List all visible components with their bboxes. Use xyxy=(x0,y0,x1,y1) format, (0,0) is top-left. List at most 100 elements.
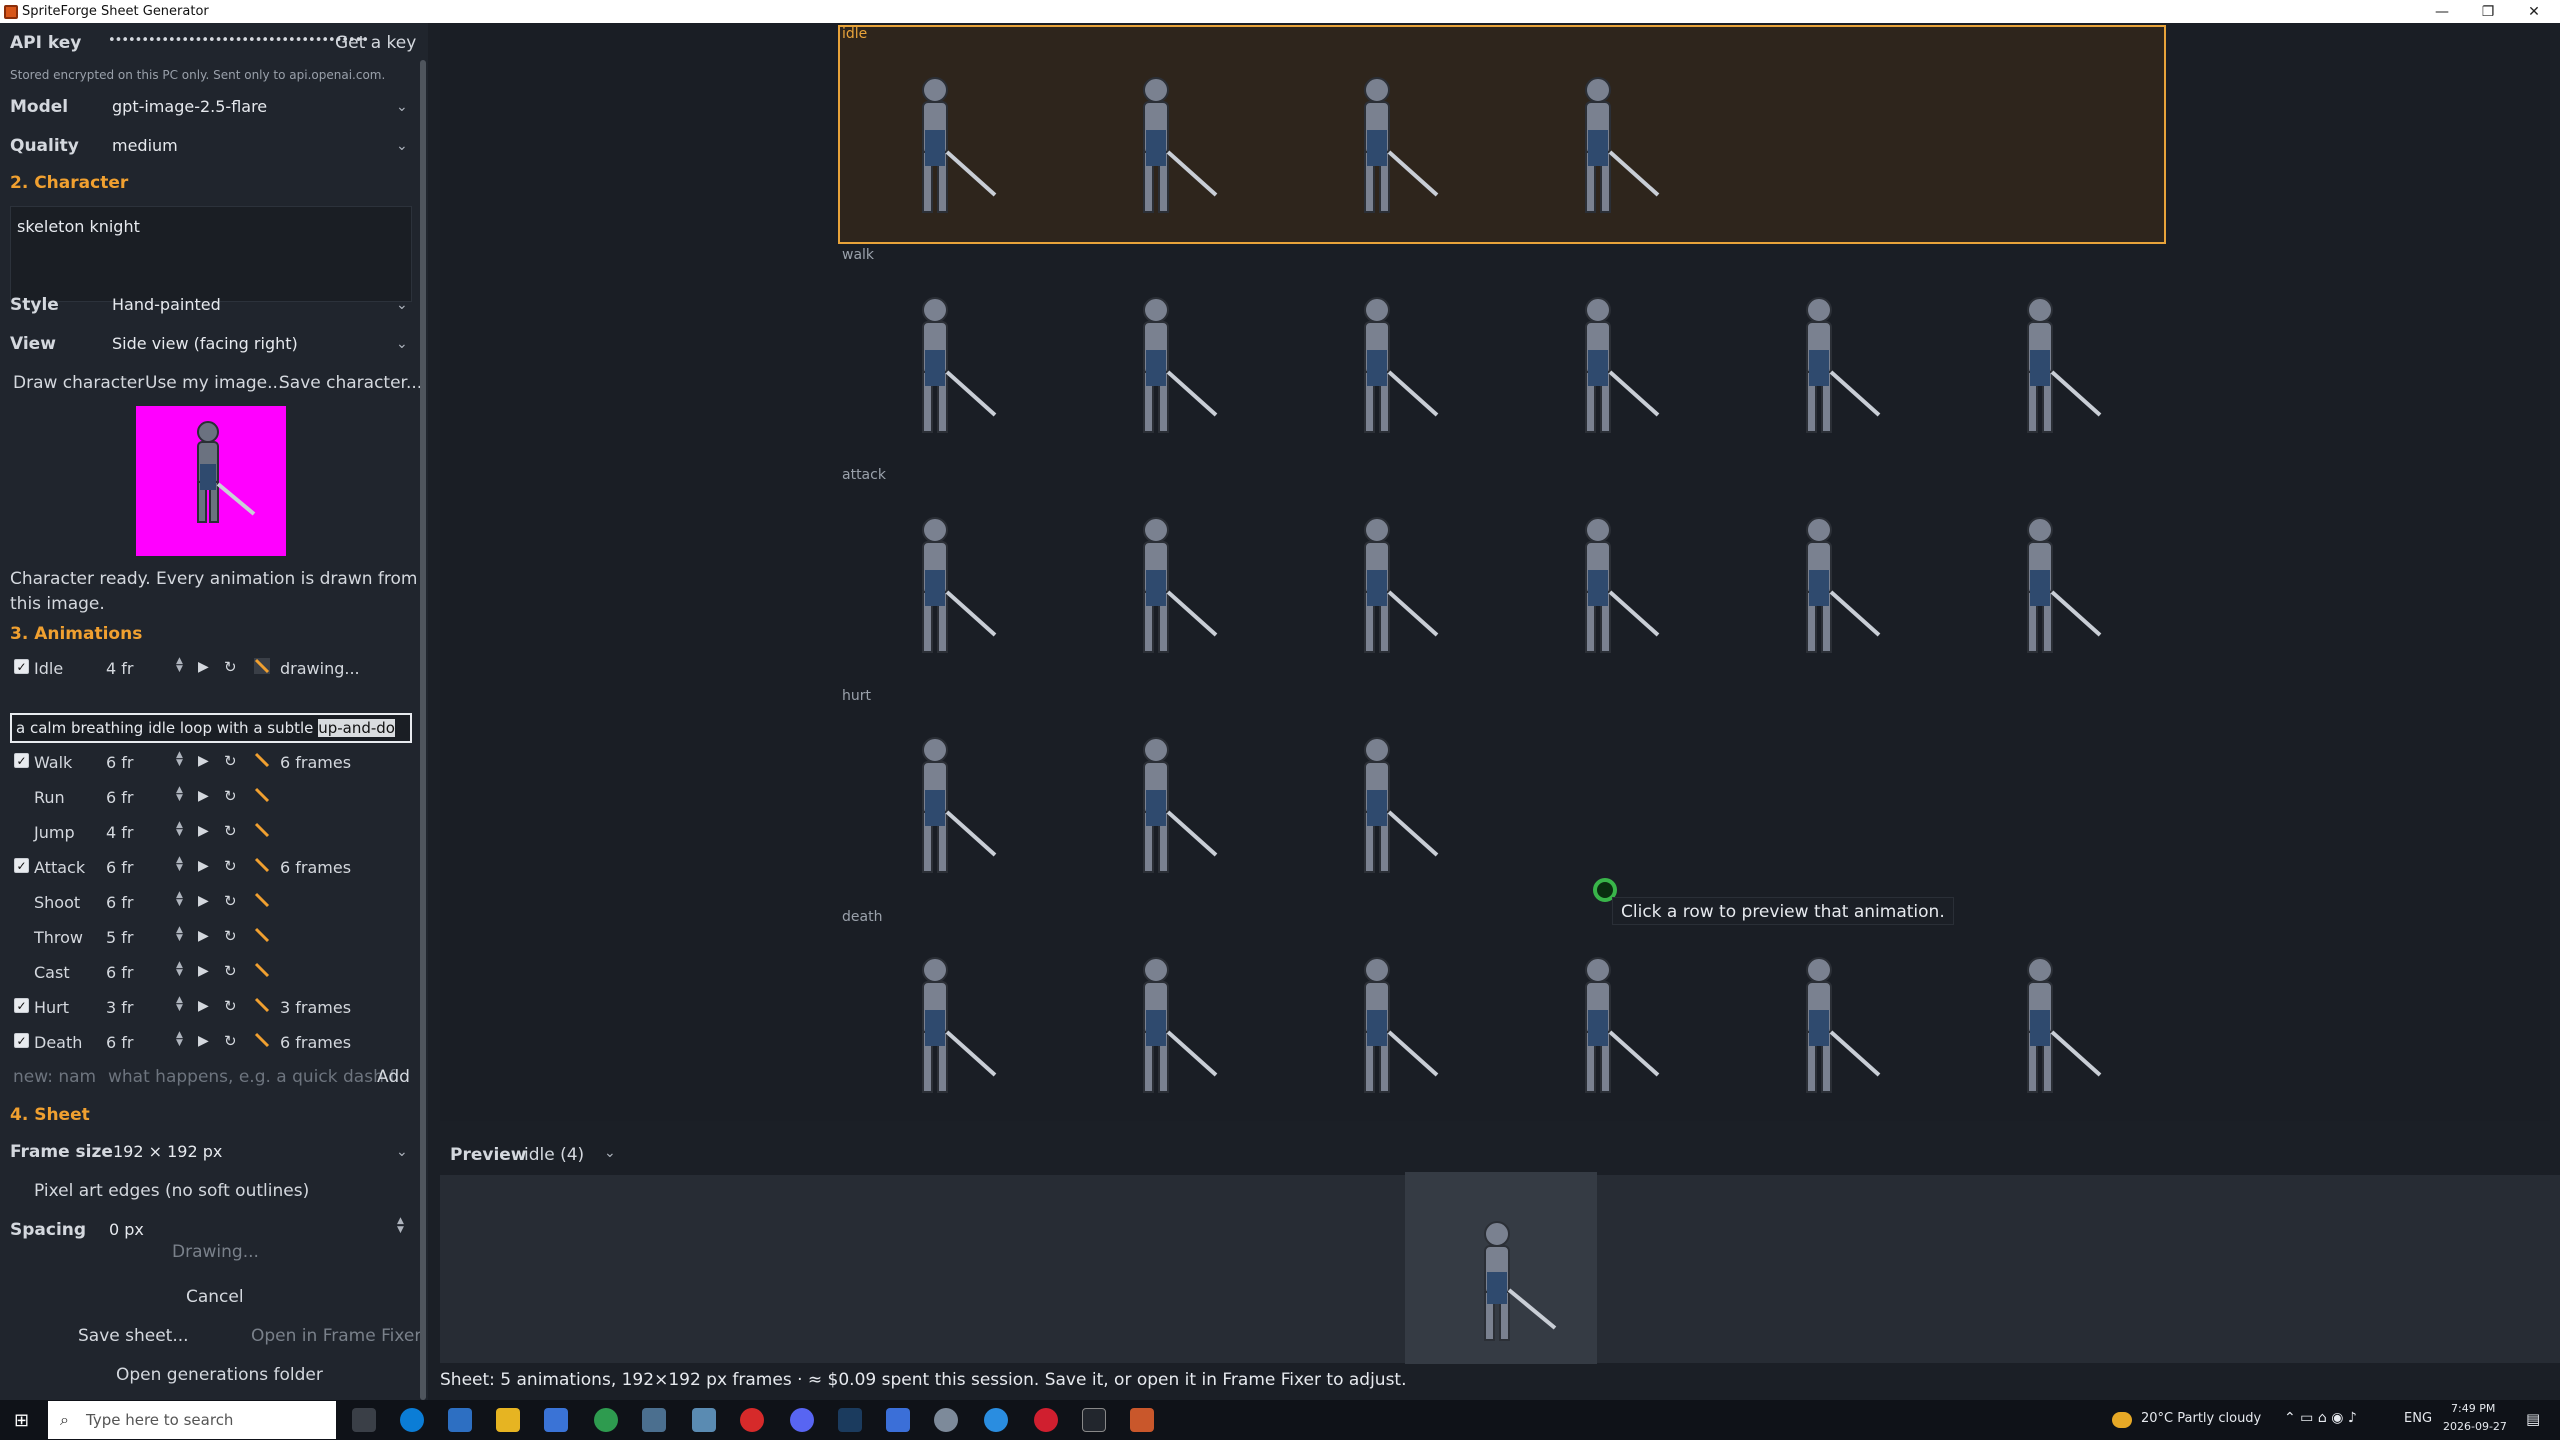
animation-row-run[interactable]: Run 6 fr ▲ ▼ ▶ ↻ xyxy=(0,782,420,814)
clock-time[interactable]: 7:49 PM xyxy=(2451,1402,2495,1415)
spinner-arrows-icon[interactable]: ▲ ▼ xyxy=(176,786,183,803)
app-icon[interactable] xyxy=(740,1408,764,1432)
animation-row-shoot[interactable]: Shoot 6 fr ▲ ▼ ▶ ↻ xyxy=(0,887,420,919)
regenerate-icon[interactable]: ↻ xyxy=(224,822,237,840)
new-animation-description-input[interactable]: what happens, e.g. a quick dash f xyxy=(108,1067,395,1087)
spacing-input[interactable]: 0 px xyxy=(109,1215,144,1245)
save-character-button[interactable]: Save character... xyxy=(279,373,422,393)
opera-icon[interactable] xyxy=(1034,1408,1058,1432)
app-icon[interactable] xyxy=(692,1408,716,1432)
spinner-arrows-icon[interactable]: ▲ ▼ xyxy=(176,891,183,908)
frame-count-field[interactable]: 6 fr xyxy=(106,753,133,772)
regenerate-icon[interactable]: ↻ xyxy=(224,857,237,875)
regenerate-icon[interactable]: ↻ xyxy=(224,927,237,945)
notifications-icon[interactable]: ▤ xyxy=(2526,1410,2540,1428)
pencil-icon[interactable] xyxy=(254,927,270,943)
terminal-icon[interactable] xyxy=(886,1408,910,1432)
play-icon[interactable]: ▶ xyxy=(198,1033,209,1049)
spinner-arrows-icon[interactable]: ▲ ▼ xyxy=(176,926,183,943)
frame-count-field[interactable]: 6 fr xyxy=(106,788,133,807)
chevron-down-icon[interactable]: ⌄ xyxy=(396,297,408,313)
spinner-arrows-icon[interactable]: ▲ ▼ xyxy=(397,1217,404,1235)
play-icon[interactable]: ▶ xyxy=(198,928,209,944)
checkbox-death[interactable]: ✓ xyxy=(14,1033,29,1048)
pencil-icon[interactable] xyxy=(254,1032,270,1048)
pencil-icon[interactable] xyxy=(254,752,270,768)
animation-row-idle[interactable]: ✓ Idle 4 fr ▲ ▼ ▶ ↻ drawing... xyxy=(0,653,420,685)
pencil-icon[interactable] xyxy=(254,892,270,908)
frame-count-field[interactable]: 6 fr xyxy=(106,858,133,877)
regenerate-icon[interactable]: ↻ xyxy=(224,752,237,770)
language-indicator[interactable]: ENG xyxy=(2404,1411,2432,1426)
regenerate-icon[interactable]: ↻ xyxy=(224,1032,237,1050)
windows-start-icon[interactable]: ⊞ xyxy=(14,1410,29,1431)
use-my-image-button[interactable]: Use my image... xyxy=(145,373,283,393)
checkbox-walk[interactable]: ✓ xyxy=(14,753,29,768)
spinner-arrows-icon[interactable]: ▲ ▼ xyxy=(176,856,183,873)
spinner-arrows-icon[interactable]: ▲ ▼ xyxy=(176,1031,183,1048)
chevron-down-icon[interactable]: ⌄ xyxy=(396,138,408,154)
animation-prompt-input[interactable]: a calm breathing idle loop with a subtle… xyxy=(10,713,412,743)
get-key-button[interactable]: Get a key xyxy=(335,33,416,53)
panel-scrollbar[interactable] xyxy=(420,60,426,1400)
frame-count-field[interactable]: 6 fr xyxy=(106,893,133,912)
preview-select[interactable]: idle (4) xyxy=(524,1145,584,1165)
frame-count-field[interactable]: 4 fr xyxy=(106,823,133,842)
frame-count-field[interactable]: 3 fr xyxy=(106,998,133,1017)
store-icon[interactable] xyxy=(448,1408,472,1432)
spinner-arrows-icon[interactable]: ▲ ▼ xyxy=(176,751,183,768)
play-icon[interactable]: ▶ xyxy=(198,823,209,839)
pencil-icon[interactable] xyxy=(254,857,270,873)
animation-row-hurt[interactable]: ✓ Hurt 3 fr ▲ ▼ ▶ ↻ 3 frames xyxy=(0,992,420,1024)
chevron-down-icon[interactable]: ⌄ xyxy=(396,1144,408,1160)
spinner-arrows-icon[interactable]: ▲ ▼ xyxy=(176,657,183,674)
pencil-icon[interactable] xyxy=(254,962,270,978)
pencil-icon[interactable] xyxy=(254,787,270,803)
checkbox-shoot[interactable] xyxy=(14,893,29,908)
play-icon[interactable]: ▶ xyxy=(198,788,209,804)
animation-row-death[interactable]: ✓ Death 6 fr ▲ ▼ ▶ ↻ 6 frames xyxy=(0,1027,420,1059)
draw-character-button[interactable]: Draw character xyxy=(13,373,144,393)
regenerate-icon[interactable]: ↻ xyxy=(224,892,237,910)
app-icon[interactable] xyxy=(934,1408,958,1432)
chevron-down-icon[interactable]: ⌄ xyxy=(396,336,408,352)
regenerate-icon[interactable]: ↻ xyxy=(224,997,237,1015)
api-key-field[interactable]: ••••••••••••••••••••••••••••••••••••••• xyxy=(108,33,369,48)
close-button[interactable]: ✕ xyxy=(2512,0,2556,23)
frame-count-field[interactable]: 6 fr xyxy=(106,963,133,982)
open-generations-folder-button[interactable]: Open generations folder xyxy=(116,1365,323,1385)
quality-select[interactable]: medium xyxy=(112,131,178,161)
frame-count-field[interactable]: 6 fr xyxy=(106,1033,133,1052)
calculator-icon[interactable] xyxy=(642,1408,666,1432)
frame-size-select[interactable]: 192 × 192 px xyxy=(113,1137,222,1167)
animation-row-walk[interactable]: ✓ Walk 6 fr ▲ ▼ ▶ ↻ 6 frames xyxy=(0,747,420,779)
file-explorer-icon[interactable] xyxy=(496,1408,520,1432)
cancel-button[interactable]: Cancel xyxy=(186,1287,244,1307)
spinner-arrows-icon[interactable]: ▲ ▼ xyxy=(176,961,183,978)
regenerate-icon[interactable]: ↻ xyxy=(224,787,237,805)
chevron-down-icon[interactable]: ⌄ xyxy=(396,99,408,115)
play-icon[interactable]: ▶ xyxy=(198,753,209,769)
play-icon[interactable]: ▶ xyxy=(198,963,209,979)
chrome-icon[interactable] xyxy=(594,1408,618,1432)
taskbar-search-input[interactable]: Type here to search xyxy=(48,1401,336,1439)
animation-row-jump[interactable]: Jump 4 fr ▲ ▼ ▶ ↻ xyxy=(0,817,420,849)
spinner-arrows-icon[interactable]: ▲ ▼ xyxy=(176,821,183,838)
checkbox-jump[interactable] xyxy=(14,823,29,838)
play-icon[interactable]: ▶ xyxy=(198,659,209,675)
regenerate-icon[interactable]: ↻ xyxy=(224,658,237,676)
animation-row-cast[interactable]: Cast 6 fr ▲ ▼ ▶ ↻ xyxy=(0,957,420,989)
save-sheet-button[interactable]: Save sheet... xyxy=(78,1326,189,1346)
pencil-icon[interactable] xyxy=(254,658,270,674)
pencil-icon[interactable] xyxy=(254,997,270,1013)
restore-button[interactable]: ❐ xyxy=(2466,0,2510,23)
steam-icon[interactable] xyxy=(838,1408,862,1432)
app-icon[interactable] xyxy=(984,1408,1008,1432)
pixel-art-checkbox[interactable]: Pixel art edges (no soft outlines) xyxy=(34,1181,309,1201)
pencil-icon[interactable] xyxy=(254,822,270,838)
checkbox-idle[interactable]: ✓ xyxy=(14,659,29,674)
checkbox-attack[interactable]: ✓ xyxy=(14,858,29,873)
weather-text[interactable]: 20°C Partly cloudy xyxy=(2141,1411,2261,1426)
checkbox-run[interactable] xyxy=(14,788,29,803)
task-view-icon[interactable] xyxy=(352,1408,376,1432)
